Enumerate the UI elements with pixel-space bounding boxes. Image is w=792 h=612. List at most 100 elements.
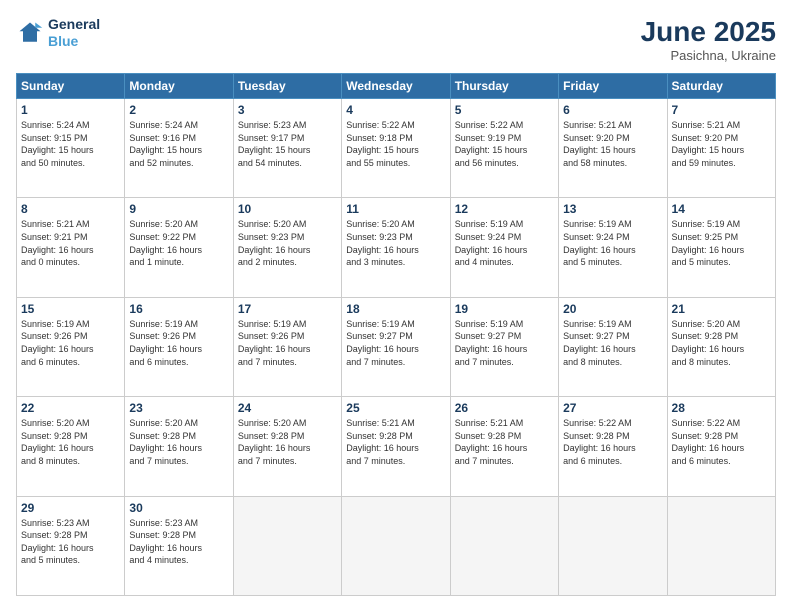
day-number: 1 [21,103,120,117]
table-row [667,496,775,595]
day-number: 29 [21,501,120,515]
table-row: 29 Sunrise: 5:23 AMSunset: 9:28 PMDayligh… [17,496,125,595]
table-row: 4 Sunrise: 5:22 AMSunset: 9:18 PMDaylight… [342,99,450,198]
day-info: Sunrise: 5:19 AMSunset: 9:27 PMDaylight:… [346,318,445,368]
day-number: 3 [238,103,337,117]
table-row: 23 Sunrise: 5:20 AMSunset: 9:28 PMDayligh… [125,397,233,496]
table-row: 1 Sunrise: 5:24 AMSunset: 9:15 PMDaylight… [17,99,125,198]
day-number: 9 [129,202,228,216]
day-number: 30 [129,501,228,515]
table-row: 11 Sunrise: 5:20 AMSunset: 9:23 PMDayligh… [342,198,450,297]
table-row: 28Sunrise: 5:22 AMSunset: 9:28 PMDayligh… [667,397,775,496]
header: General Blue June 2025 Pasichna, Ukraine [16,16,776,63]
table-row: 3 Sunrise: 5:23 AMSunset: 9:17 PMDaylight… [233,99,341,198]
day-number: 23 [129,401,228,415]
day-info: Sunrise: 5:20 AMSunset: 9:22 PMDaylight:… [129,218,228,268]
col-tuesday: Tuesday [233,74,341,99]
col-friday: Friday [559,74,667,99]
calendar-week-row: 29 Sunrise: 5:23 AMSunset: 9:28 PMDayligh… [17,496,776,595]
day-info: Sunrise: 5:22 AMSunset: 9:19 PMDaylight:… [455,119,554,169]
page: General Blue June 2025 Pasichna, Ukraine… [0,0,792,612]
day-info: Sunrise: 5:19 AMSunset: 9:25 PMDaylight:… [672,218,771,268]
day-info: Sunrise: 5:24 AMSunset: 9:15 PMDaylight:… [21,119,120,169]
day-info: Sunrise: 5:22 AMSunset: 9:18 PMDaylight:… [346,119,445,169]
day-info: Sunrise: 5:21 AMSunset: 9:28 PMDaylight:… [455,417,554,467]
calendar-table: Sunday Monday Tuesday Wednesday Thursday… [16,73,776,596]
day-info: Sunrise: 5:19 AMSunset: 9:26 PMDaylight:… [129,318,228,368]
logo-text: General Blue [48,16,100,50]
day-info: Sunrise: 5:20 AMSunset: 9:28 PMDaylight:… [21,417,120,467]
table-row: 19 Sunrise: 5:19 AMSunset: 9:27 PMDayligh… [450,297,558,396]
location: Pasichna, Ukraine [641,48,776,63]
day-info: Sunrise: 5:21 AMSunset: 9:20 PMDaylight:… [563,119,662,169]
day-info: Sunrise: 5:21 AMSunset: 9:20 PMDaylight:… [672,119,771,169]
table-row: 27Sunrise: 5:22 AMSunset: 9:28 PMDayligh… [559,397,667,496]
table-row: 9 Sunrise: 5:20 AMSunset: 9:22 PMDaylight… [125,198,233,297]
logo-line1: General [48,16,100,33]
table-row [233,496,341,595]
month-title: June 2025 [641,16,776,48]
day-number: 7 [672,103,771,117]
day-info: Sunrise: 5:20 AMSunset: 9:23 PMDaylight:… [238,218,337,268]
day-number: 2 [129,103,228,117]
day-number: 18 [346,302,445,316]
table-row: 7 Sunrise: 5:21 AMSunset: 9:20 PMDaylight… [667,99,775,198]
day-number: 5 [455,103,554,117]
table-row: 6Sunrise: 5:21 AMSunset: 9:20 PMDaylight… [559,99,667,198]
day-info: Sunrise: 5:19 AMSunset: 9:26 PMDaylight:… [21,318,120,368]
calendar-header-row: Sunday Monday Tuesday Wednesday Thursday… [17,74,776,99]
day-number: 28 [672,401,771,415]
col-thursday: Thursday [450,74,558,99]
day-number: 22 [21,401,120,415]
day-number: 15 [21,302,120,316]
day-info: Sunrise: 5:20 AMSunset: 9:28 PMDaylight:… [672,318,771,368]
logo-icon [16,19,44,47]
col-saturday: Saturday [667,74,775,99]
day-number: 12 [455,202,554,216]
table-row: 16 Sunrise: 5:19 AMSunset: 9:26 PMDayligh… [125,297,233,396]
col-monday: Monday [125,74,233,99]
day-info: Sunrise: 5:19 AMSunset: 9:27 PMDaylight:… [563,318,662,368]
table-row: 5 Sunrise: 5:22 AMSunset: 9:19 PMDaylight… [450,99,558,198]
day-info: Sunrise: 5:19 AMSunset: 9:27 PMDaylight:… [455,318,554,368]
day-number: 24 [238,401,337,415]
day-info: Sunrise: 5:20 AMSunset: 9:28 PMDaylight:… [238,417,337,467]
day-number: 19 [455,302,554,316]
day-info: Sunrise: 5:19 AMSunset: 9:24 PMDaylight:… [455,218,554,268]
day-number: 11 [346,202,445,216]
day-info: Sunrise: 5:20 AMSunset: 9:23 PMDaylight:… [346,218,445,268]
table-row: 26Sunrise: 5:21 AMSunset: 9:28 PMDayligh… [450,397,558,496]
day-info: Sunrise: 5:20 AMSunset: 9:28 PMDaylight:… [129,417,228,467]
table-row: 8Sunrise: 5:21 AMSunset: 9:21 PMDaylight… [17,198,125,297]
day-info: Sunrise: 5:23 AMSunset: 9:28 PMDaylight:… [21,517,120,567]
table-row: 13 Sunrise: 5:19 AMSunset: 9:24 PMDayligh… [559,198,667,297]
day-number: 25 [346,401,445,415]
day-info: Sunrise: 5:19 AMSunset: 9:26 PMDaylight:… [238,318,337,368]
table-row: 21Sunrise: 5:20 AMSunset: 9:28 PMDayligh… [667,297,775,396]
day-info: Sunrise: 5:21 AMSunset: 9:21 PMDaylight:… [21,218,120,268]
table-row: 10 Sunrise: 5:20 AMSunset: 9:23 PMDayligh… [233,198,341,297]
day-number: 13 [563,202,662,216]
col-sunday: Sunday [17,74,125,99]
calendar-week-row: 8Sunrise: 5:21 AMSunset: 9:21 PMDaylight… [17,198,776,297]
day-info: Sunrise: 5:22 AMSunset: 9:28 PMDaylight:… [563,417,662,467]
title-block: June 2025 Pasichna, Ukraine [641,16,776,63]
table-row: 12 Sunrise: 5:19 AMSunset: 9:24 PMDayligh… [450,198,558,297]
day-info: Sunrise: 5:23 AMSunset: 9:28 PMDaylight:… [129,517,228,567]
table-row [342,496,450,595]
table-row: 14 Sunrise: 5:19 AMSunset: 9:25 PMDayligh… [667,198,775,297]
table-row [450,496,558,595]
table-row: 2Sunrise: 5:24 AMSunset: 9:16 PMDaylight… [125,99,233,198]
day-info: Sunrise: 5:19 AMSunset: 9:24 PMDaylight:… [563,218,662,268]
day-number: 17 [238,302,337,316]
calendar-week-row: 22 Sunrise: 5:20 AMSunset: 9:28 PMDayligh… [17,397,776,496]
day-number: 10 [238,202,337,216]
day-number: 14 [672,202,771,216]
day-number: 16 [129,302,228,316]
col-wednesday: Wednesday [342,74,450,99]
logo: General Blue [16,16,100,50]
table-row: 20Sunrise: 5:19 AMSunset: 9:27 PMDayligh… [559,297,667,396]
table-row: 22 Sunrise: 5:20 AMSunset: 9:28 PMDayligh… [17,397,125,496]
day-info: Sunrise: 5:23 AMSunset: 9:17 PMDaylight:… [238,119,337,169]
day-number: 4 [346,103,445,117]
